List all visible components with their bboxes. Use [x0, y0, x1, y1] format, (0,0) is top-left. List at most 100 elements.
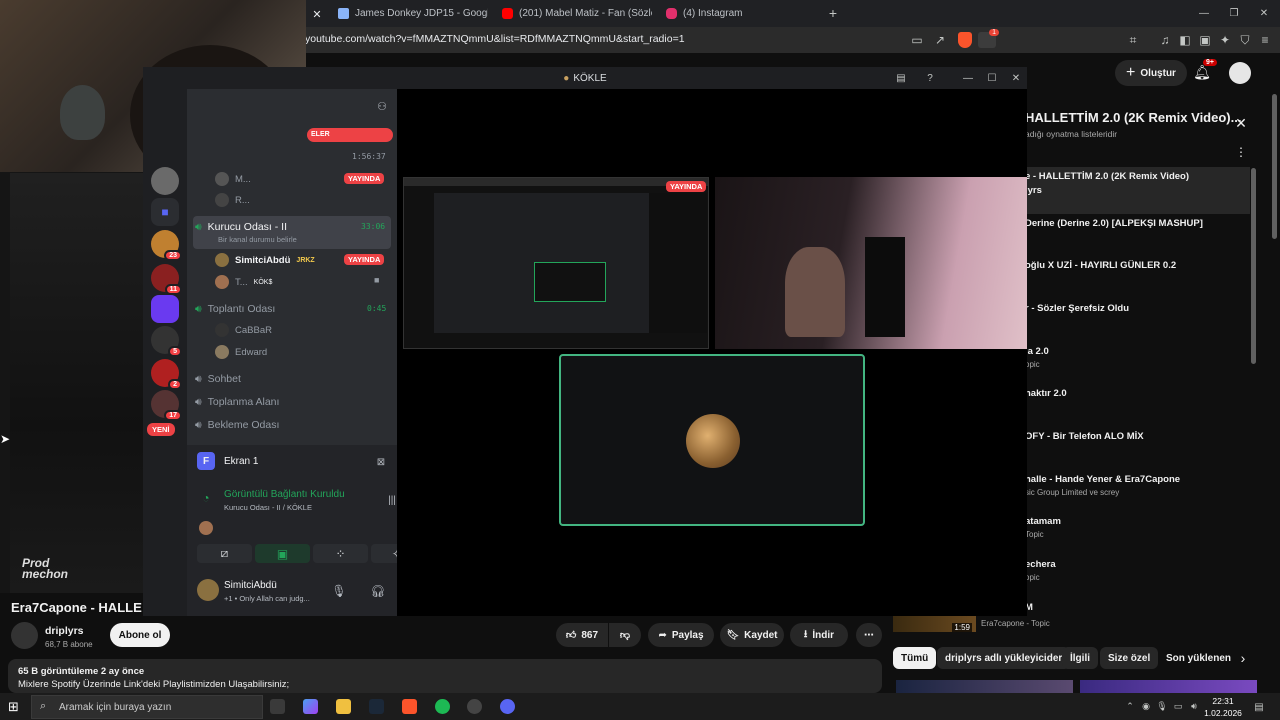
- active-speaker-tile[interactable]: [559, 354, 865, 526]
- server-icon[interactable]: [151, 295, 179, 323]
- url-field[interactable]: youtube.com/watch?v=fMMAZTNQmmU&list=RDf…: [305, 33, 685, 45]
- clock-date[interactable]: 1.02.2026: [1204, 708, 1242, 718]
- voice-user[interactable]: CaBBaR: [215, 321, 272, 339]
- playlist-scrollbar[interactable]: [1251, 168, 1256, 364]
- close-playlist-icon[interactable]: ✕: [1234, 115, 1248, 131]
- self-avatar[interactable]: [197, 579, 219, 601]
- chip-uploader[interactable]: driplyrs adlı yükleyicider: [937, 647, 1071, 669]
- add-friend-icon[interactable]: ⚇: [375, 99, 389, 113]
- server-icon[interactable]: 11: [151, 264, 182, 295]
- brave-rewards-icon[interactable]: 1: [978, 29, 999, 48]
- chip-all[interactable]: Tümü: [893, 647, 937, 669]
- microphone-icon[interactable]: 🎙︎: [331, 584, 346, 598]
- screenshot-icon[interactable]: ⌗: [1126, 33, 1140, 47]
- minimize-icon[interactable]: —: [1198, 7, 1210, 19]
- restore-icon[interactable]: ❐: [1228, 7, 1240, 19]
- spotify-icon[interactable]: [435, 699, 450, 714]
- playlist-item-title[interactable]: OFY - Bir Telefon ALO MİX: [1025, 431, 1144, 442]
- playlist-item-title[interactable]: atamam: [1025, 516, 1061, 527]
- screen-share-tile[interactable]: YAYINDA: [403, 177, 709, 349]
- discord-taskbar-icon[interactable]: [500, 699, 515, 714]
- playlist-item-title[interactable]: naktır 2.0: [1025, 388, 1067, 399]
- channel-status[interactable]: Bir kanal durumu belirle: [218, 235, 297, 244]
- volume-icon[interactable]: 🔊︎: [1188, 700, 1200, 712]
- suggestion-thumbnail[interactable]: [896, 680, 1073, 693]
- task-view-icon[interactable]: [270, 699, 285, 714]
- file-explorer-icon[interactable]: [336, 699, 351, 714]
- folder-icon[interactable]: ■: [151, 198, 179, 226]
- close-window-icon[interactable]: ✕: [1258, 7, 1270, 19]
- voice-user[interactable]: SimitciAbdü JRKZ: [215, 251, 315, 269]
- voice-channel-sohbet[interactable]: 🔊︎ Sohbet: [195, 369, 391, 389]
- events-pill[interactable]: ELER: [307, 128, 393, 142]
- webcam-tile[interactable]: [715, 177, 1027, 349]
- download-button[interactable]: ⭳ İndir: [790, 623, 848, 647]
- help-icon[interactable]: ?: [924, 72, 936, 84]
- share-button[interactable]: ➦ Paylaş: [648, 623, 714, 647]
- playlist-item-title[interactable]: la 2.0: [1025, 346, 1049, 357]
- sidebar-icon[interactable]: ◧: [1178, 33, 1192, 47]
- new-tab-button[interactable]: +: [826, 5, 840, 21]
- tray-app-icon[interactable]: ◉: [1140, 700, 1152, 712]
- account-avatar[interactable]: [1229, 62, 1251, 84]
- playlist-more-icon[interactable]: ⋮: [1234, 145, 1248, 159]
- menu-icon[interactable]: ≡: [1258, 33, 1272, 47]
- chips-next-icon[interactable]: ›: [1236, 650, 1250, 666]
- cast-icon[interactable]: ▭: [910, 33, 924, 47]
- page-scrollbar[interactable]: [1272, 94, 1277, 239]
- suggestion-thumbnail[interactable]: [1080, 680, 1257, 693]
- steam-icon[interactable]: [369, 699, 384, 714]
- minimize-icon[interactable]: —: [962, 72, 974, 84]
- clock-time[interactable]: 22:31: [1207, 696, 1239, 706]
- chip-related[interactable]: İlgili: [1062, 647, 1098, 669]
- windows-start-icon[interactable]: ⊞: [8, 700, 22, 714]
- playlist-item-title[interactable]: r - Sözler Şerefsiz Oldu: [1025, 303, 1129, 314]
- server-icon[interactable]: 17: [151, 390, 182, 421]
- copilot-icon[interactable]: [303, 699, 318, 714]
- close-tab-icon[interactable]: ✕: [310, 7, 324, 21]
- chip-recent[interactable]: Son yüklenen: [1158, 647, 1239, 669]
- playlist-thumbnail[interactable]: 1:59: [893, 616, 976, 632]
- more-actions-button[interactable]: ⋯: [856, 623, 882, 647]
- camera-off-button[interactable]: ⧄: [197, 544, 252, 563]
- tab-1[interactable]: (201) Mabel Matiz - Fan (Sözleri - Lyri: [502, 0, 652, 27]
- playlist-item-title[interactable]: Derine (Derine 2.0) [ALPEKŞI MASHUP]: [1025, 218, 1203, 229]
- playlist-item-title[interactable]: halle - Hande Yener & Era7Capone: [1025, 474, 1180, 485]
- inbox-icon[interactable]: ▤: [895, 72, 907, 84]
- network-icon[interactable]: ▭: [1172, 700, 1184, 712]
- playlist-item-title[interactable]: echera: [1025, 559, 1056, 570]
- close-icon[interactable]: ✕: [1010, 72, 1022, 84]
- server-icon[interactable]: [151, 167, 179, 195]
- voice-user[interactable]: Edward: [215, 343, 267, 361]
- voice-user[interactable]: M...: [215, 170, 251, 188]
- server-icon[interactable]: 5: [151, 326, 182, 357]
- voice-channel-toplanti[interactable]: 🔊︎ Toplantı Odası: [195, 299, 391, 319]
- vpn-icon[interactable]: ⛉: [1238, 33, 1252, 47]
- wallet-icon[interactable]: ▣: [1198, 33, 1212, 47]
- like-button[interactable]: 👍︎ 867: [556, 623, 608, 647]
- tray-chevron-icon[interactable]: ⌃: [1124, 700, 1136, 712]
- headphones-icon[interactable]: 🎧︎: [370, 584, 385, 598]
- dislike-button[interactable]: 👎︎: [609, 623, 641, 647]
- tab-0[interactable]: James Donkey JDP15 - Google Alışve: [338, 0, 488, 27]
- tab-2[interactable]: (4) Instagram: [666, 0, 816, 27]
- channel-avatar[interactable]: [11, 622, 38, 649]
- tray-mic-icon[interactable]: 🎙︎: [1156, 700, 1168, 712]
- brave-shield-icon[interactable]: [958, 32, 972, 48]
- save-button[interactable]: 🔖︎ Kaydet: [720, 623, 784, 647]
- server-icon[interactable]: 2: [151, 359, 182, 390]
- subscribe-button[interactable]: Abone ol: [110, 623, 170, 647]
- self-name[interactable]: SimitciAbdü: [224, 580, 277, 591]
- playlist-item-title[interactable]: e - HALLETTİM 2.0 (2K Remix Video): [1025, 171, 1189, 182]
- activities-button[interactable]: ⁘: [313, 544, 368, 563]
- chip-for-you[interactable]: Size özel: [1100, 647, 1159, 669]
- share-icon[interactable]: ↗: [933, 33, 947, 47]
- playlist-item-title[interactable]: oğlu X UZİ - HAYIRLI GÜNLER 0.2: [1025, 260, 1176, 271]
- leo-ai-icon[interactable]: ✦: [1218, 33, 1232, 47]
- media-icon[interactable]: ♫: [1158, 33, 1172, 47]
- channel-name[interactable]: driplyrs: [45, 625, 84, 637]
- stop-stream-icon[interactable]: ⊠: [375, 456, 387, 468]
- notifications-bell-icon[interactable]: 🔔︎ 9+: [1193, 59, 1217, 81]
- obs-icon[interactable]: [467, 699, 482, 714]
- create-button[interactable]: + Oluştur: [1115, 60, 1187, 86]
